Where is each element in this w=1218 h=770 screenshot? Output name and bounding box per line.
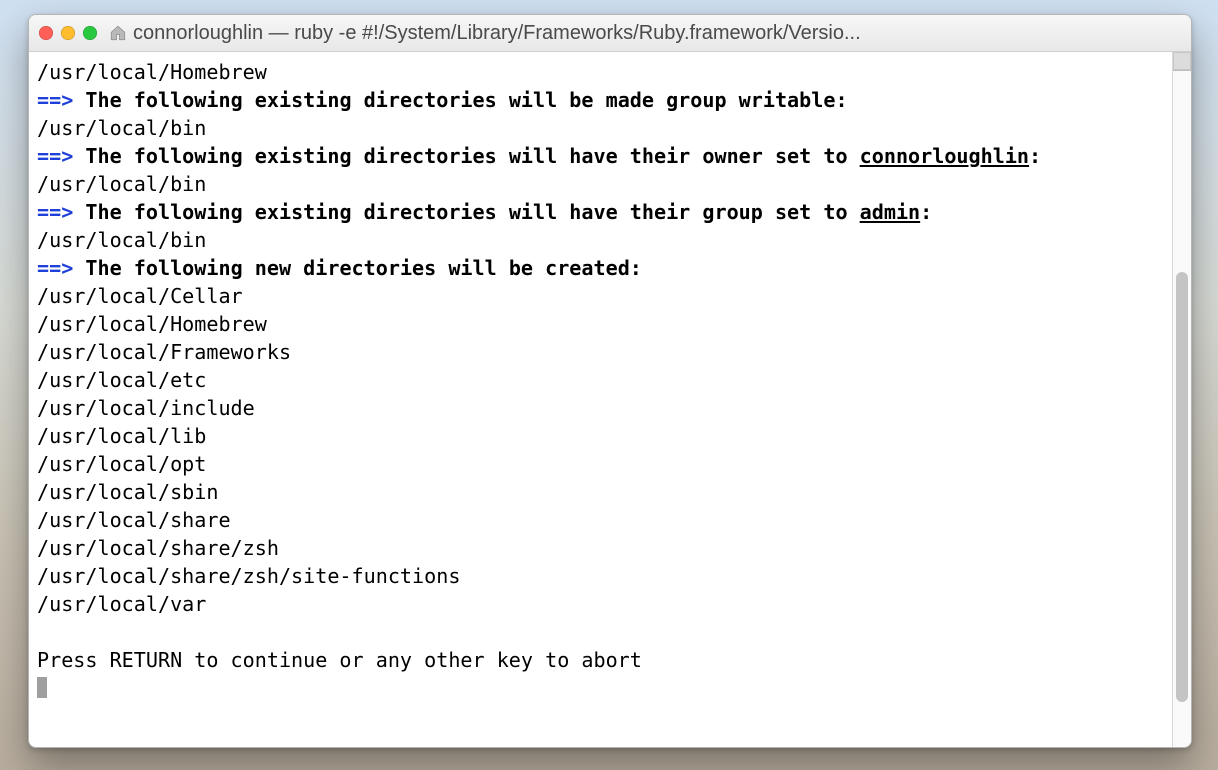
window-title: connorloughlin — ruby -e #!/System/Libra… xyxy=(109,22,1181,45)
window-body: /usr/local/Homebrew ==> The following ex… xyxy=(29,52,1191,747)
output-line: /usr/local/sbin xyxy=(37,480,218,504)
output-line: /usr/local/Homebrew xyxy=(37,312,267,336)
window-controls xyxy=(39,26,97,40)
owner-user: connorloughlin xyxy=(860,144,1029,168)
output-line: /usr/local/share/zsh xyxy=(37,536,279,560)
output-line: /usr/local/etc xyxy=(37,368,206,392)
output-line: /usr/local/opt xyxy=(37,452,206,476)
prompt-line: Press RETURN to continue or any other ke… xyxy=(37,648,642,672)
output-line: /usr/local/share/zsh/site-functions xyxy=(37,564,460,588)
terminal-window: connorloughlin — ruby -e #!/System/Libra… xyxy=(28,14,1192,748)
heading-owner: The following existing directories will … xyxy=(85,144,1041,168)
home-icon xyxy=(109,24,127,42)
heading-group: The following existing directories will … xyxy=(85,200,932,224)
scrollbar-thumb[interactable] xyxy=(1176,272,1188,702)
output-line: /usr/local/bin xyxy=(37,116,206,140)
heading-new-dirs: The following new directories will be cr… xyxy=(85,256,641,280)
output-line: /usr/local/bin xyxy=(37,172,206,196)
output-line: /usr/local/include xyxy=(37,396,255,420)
arrow-icon: ==> xyxy=(37,144,73,168)
output-line: /usr/local/Cellar xyxy=(37,284,243,308)
minimize-icon[interactable] xyxy=(61,26,75,40)
vertical-scrollbar[interactable] xyxy=(1172,52,1191,747)
output-line: /usr/local/lib xyxy=(37,424,206,448)
arrow-icon: ==> xyxy=(37,200,73,224)
group-name: admin xyxy=(860,200,921,224)
output-line: /usr/local/Homebrew xyxy=(37,60,267,84)
zoom-icon[interactable] xyxy=(83,26,97,40)
heading-group-writable: The following existing directories will … xyxy=(85,88,847,112)
output-line: /usr/local/share xyxy=(37,508,231,532)
window-title-text: connorloughlin — ruby -e #!/System/Libra… xyxy=(133,22,861,45)
close-icon[interactable] xyxy=(39,26,53,40)
cursor xyxy=(37,677,47,698)
titlebar[interactable]: connorloughlin — ruby -e #!/System/Libra… xyxy=(29,15,1191,52)
terminal-output[interactable]: /usr/local/Homebrew ==> The following ex… xyxy=(29,52,1172,747)
output-line: /usr/local/bin xyxy=(37,228,206,252)
arrow-icon: ==> xyxy=(37,256,73,280)
output-line: /usr/local/Frameworks xyxy=(37,340,291,364)
output-line: /usr/local/var xyxy=(37,592,206,616)
arrow-icon: ==> xyxy=(37,88,73,112)
scroll-corner-icon xyxy=(1173,52,1191,71)
